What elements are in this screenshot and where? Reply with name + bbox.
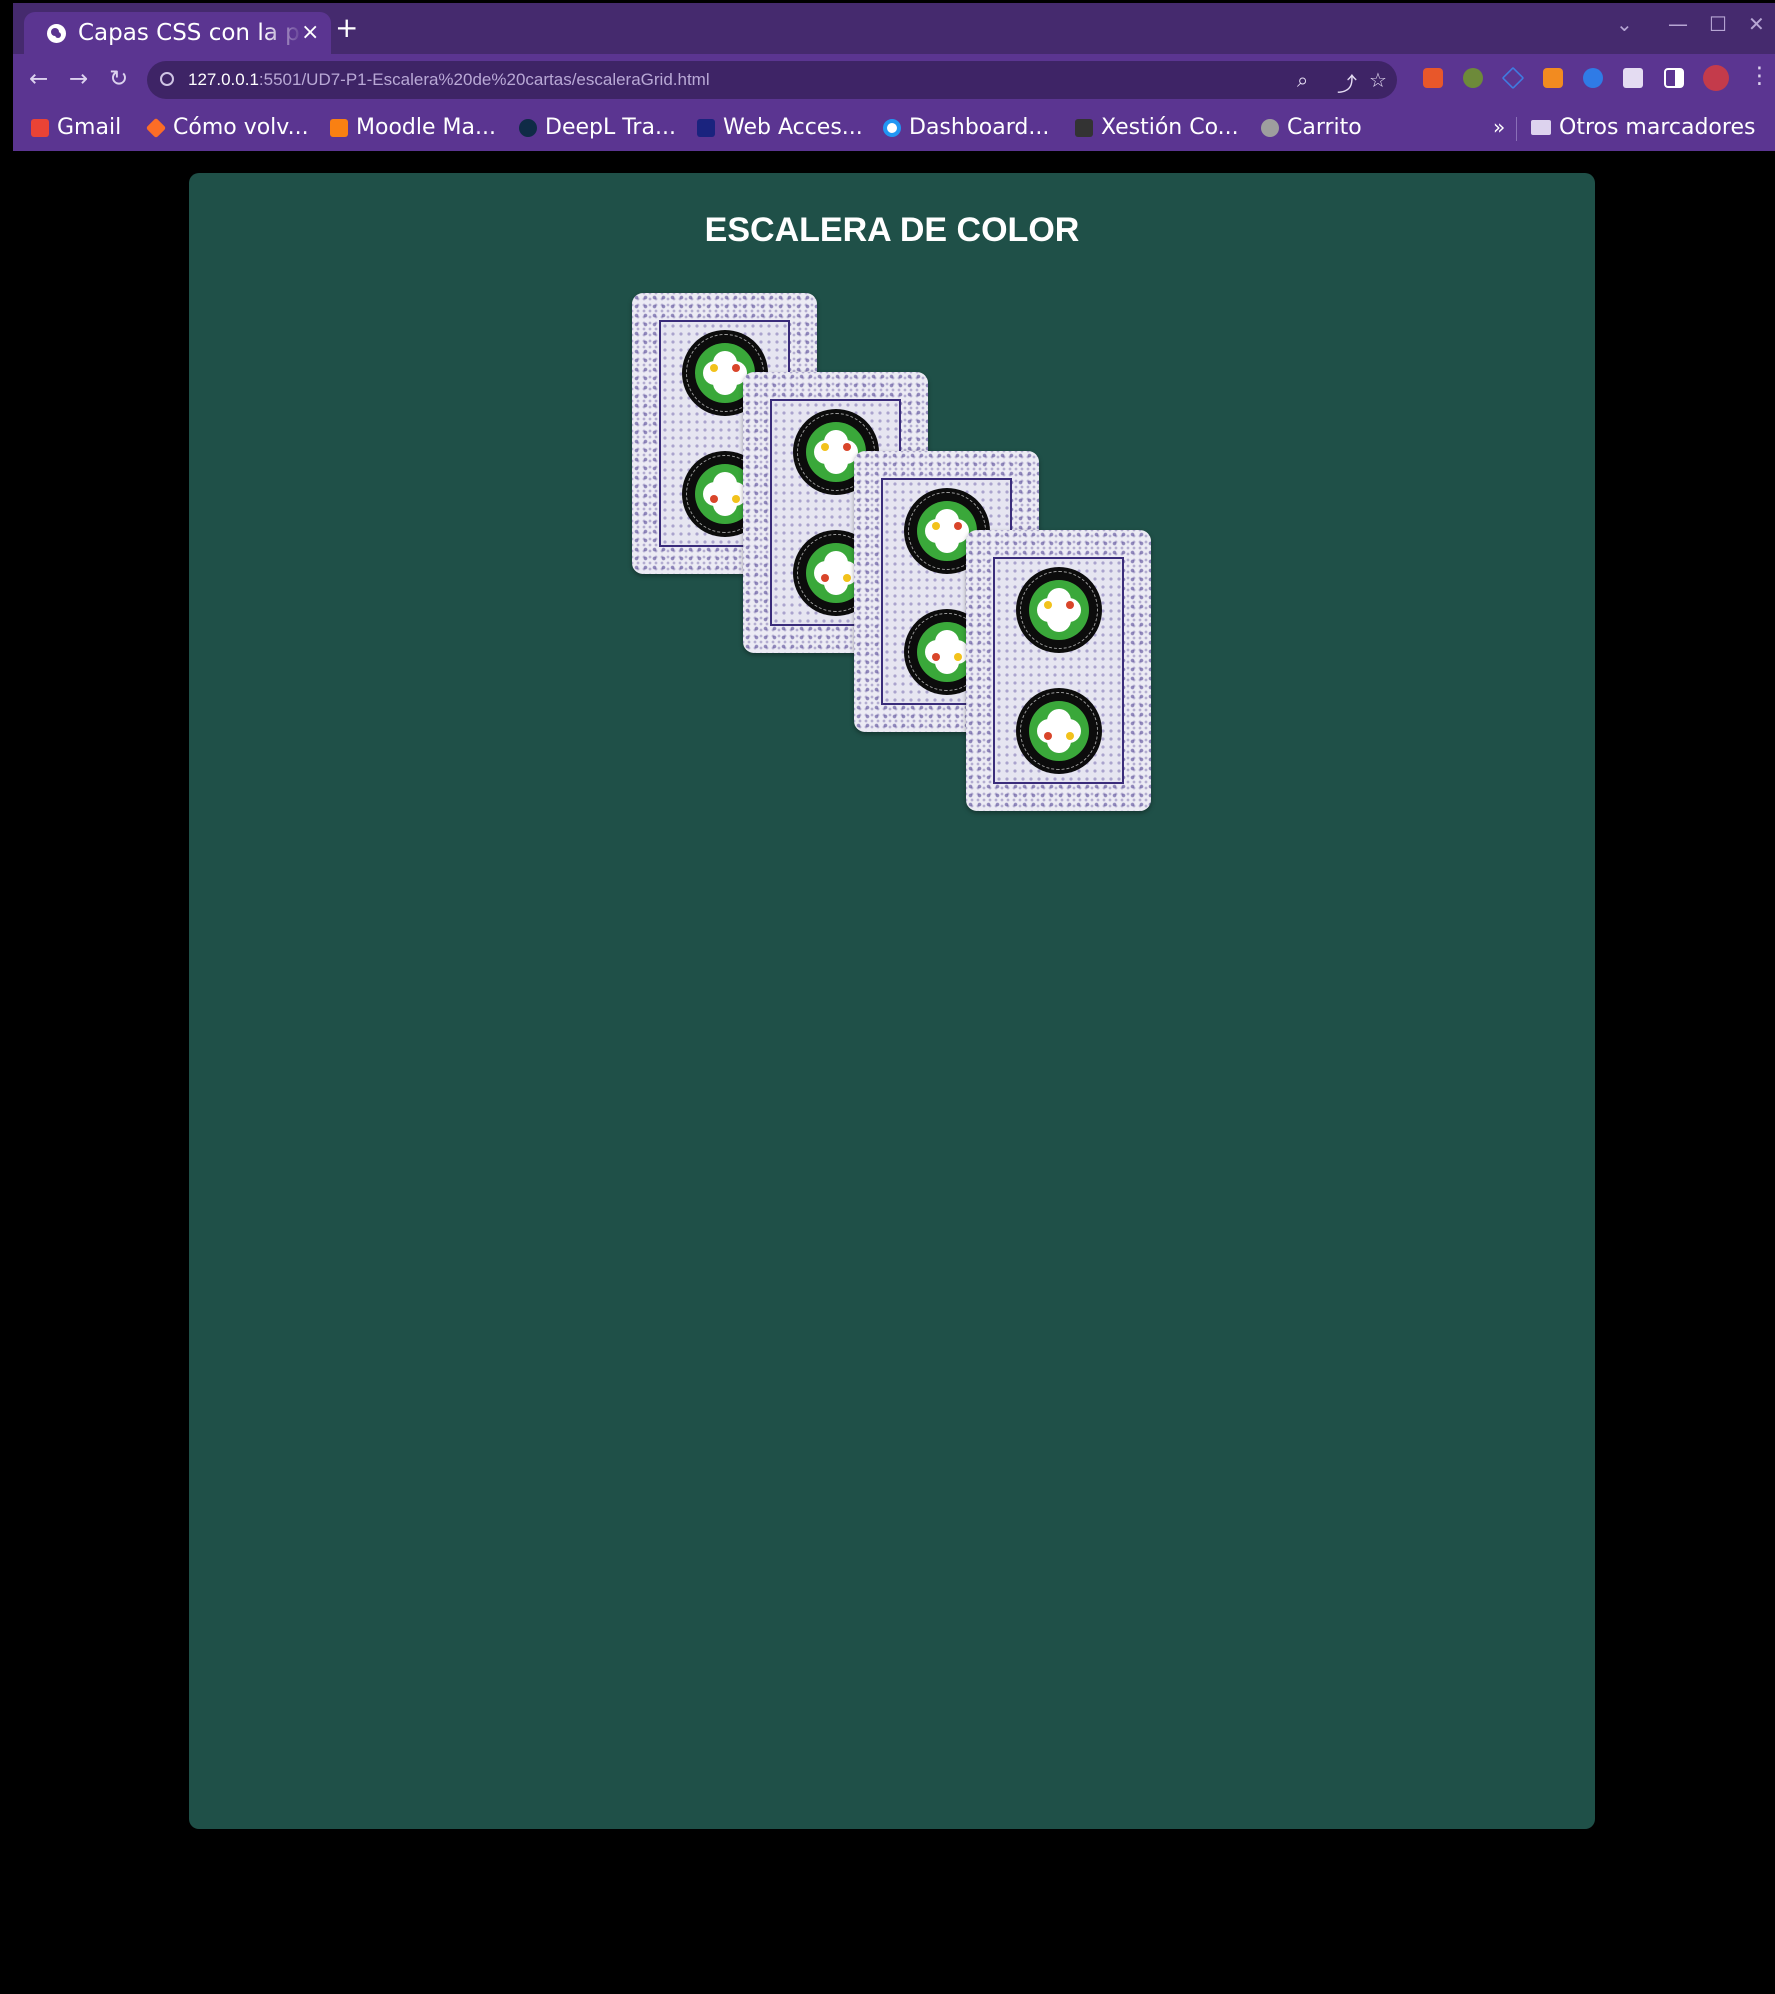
minimize-button[interactable]: —	[1668, 12, 1688, 36]
tab-search-button[interactable]: ⌄	[1616, 12, 1633, 36]
bookmarks-overflow-chevron[interactable]: »	[1493, 115, 1505, 139]
bookmark-como-volv[interactable]: Cómo volv...	[145, 115, 309, 140]
share-icon[interactable]: ⤴	[1337, 68, 1357, 97]
folder-icon	[1531, 120, 1551, 135]
close-window-button[interactable]: ✕	[1748, 12, 1765, 36]
browser-toolbar: ← → ↻ 127.0.0.1:5501/UD7-P1-Escalera%20d…	[13, 54, 1775, 105]
bookmarks-divider	[1516, 117, 1517, 141]
card-frame	[993, 557, 1124, 784]
bookmarks-bar: Gmail Cómo volv... Moodle Ma... DeepL Tr…	[13, 105, 1775, 151]
gmail-icon	[31, 118, 49, 137]
tab-strip: Capas CSS con la propiedad grid × + ⌄ — …	[13, 3, 1775, 54]
asart-emblem-icon	[1015, 688, 1102, 774]
cart-icon	[1261, 118, 1279, 137]
extension-globe-icon[interactable]	[1583, 68, 1603, 88]
playing-card-4	[966, 530, 1151, 811]
bookmark-web-access[interactable]: Web Acces...	[697, 115, 863, 140]
xestion-icon	[1075, 118, 1093, 137]
gitlab-icon	[145, 117, 167, 138]
extension-triangle-icon[interactable]	[1501, 66, 1525, 90]
card-table: ESCALERA DE COLOR	[189, 173, 1595, 1829]
page-title: ESCALERA DE COLOR	[704, 211, 1080, 249]
forward-button[interactable]: →	[69, 67, 88, 91]
bookmark-carrito[interactable]: Carrito	[1261, 115, 1362, 140]
bookmark-moodle[interactable]: Moodle Ma...	[330, 115, 496, 140]
tab-title: Capas CSS con la propiedad grid	[78, 20, 303, 46]
url-text[interactable]: 127.0.0.1:5501/UD7-P1-Escalera%20de%20ca…	[188, 70, 710, 90]
browser-window: Capas CSS con la propiedad grid × + ⌄ — …	[13, 3, 1775, 151]
new-tab-button[interactable]: +	[335, 14, 358, 42]
globe-icon	[47, 24, 66, 43]
bookmark-dashboard[interactable]: Dashboard...	[883, 115, 1049, 140]
site-info-icon[interactable]	[160, 72, 174, 86]
extension-w-icon[interactable]	[1463, 68, 1483, 88]
profile-avatar[interactable]	[1703, 65, 1729, 91]
moodle-icon	[330, 118, 348, 137]
other-bookmarks-folder[interactable]: Otros marcadores	[1531, 115, 1755, 140]
extensions-puzzle-icon[interactable]	[1623, 68, 1643, 88]
bookmark-xestion[interactable]: Xestión Co...	[1075, 115, 1239, 140]
asart-emblem-icon	[1015, 567, 1102, 653]
zoom-icon[interactable]: ⌕	[1297, 68, 1308, 92]
back-button[interactable]: ←	[29, 67, 48, 91]
tab-close-button[interactable]: ×	[301, 20, 319, 45]
address-bar[interactable]: 127.0.0.1:5501/UD7-P1-Escalera%20de%20ca…	[147, 61, 1397, 99]
tab-active[interactable]: Capas CSS con la propiedad grid ×	[24, 12, 331, 54]
deepl-icon	[519, 118, 537, 137]
menu-kebab-icon[interactable]: ⋮	[1748, 64, 1771, 88]
side-panel-icon[interactable]	[1664, 68, 1684, 88]
page-viewport: ESCALERA DE COLOR	[13, 151, 1775, 1994]
bookmark-deepl[interactable]: DeepL Tra...	[519, 115, 676, 140]
bookmark-star-icon[interactable]: ☆	[1369, 68, 1387, 92]
maximize-button[interactable]: ☐	[1709, 12, 1727, 36]
web-access-icon	[697, 118, 715, 137]
bookmark-gmail[interactable]: Gmail	[31, 115, 121, 140]
reload-button[interactable]: ↻	[109, 67, 128, 91]
extension-chart-icon[interactable]	[1543, 68, 1563, 88]
dashboard-icon	[883, 118, 901, 137]
extension-1-icon[interactable]	[1423, 68, 1443, 88]
